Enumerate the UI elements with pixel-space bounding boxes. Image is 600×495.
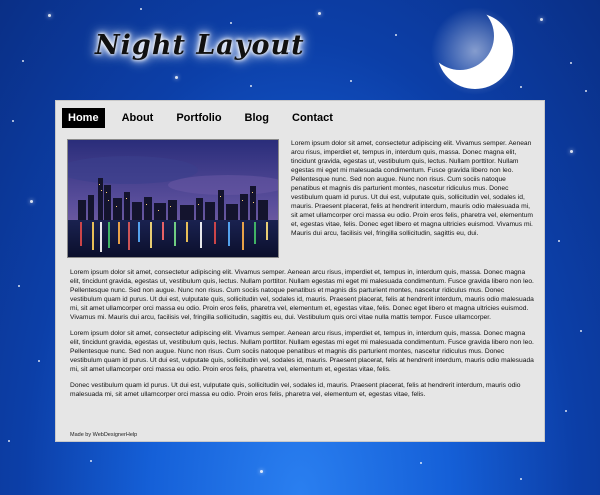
main-text: Lorem ipsum dolor sit amet, consectetur … <box>70 268 535 406</box>
main-nav: Home About Portfolio Blog Contact <box>62 108 350 128</box>
nav-about[interactable]: About <box>116 108 160 128</box>
nav-blog[interactable]: Blog <box>239 108 275 128</box>
nav-portfolio[interactable]: Portfolio <box>170 108 227 128</box>
content-panel: Home About Portfolio Blog Contact Lorem … <box>55 100 545 442</box>
crescent-moon-icon <box>425 6 519 96</box>
intro-paragraph: Lorem ipsum dolor sit amet, consectetur … <box>291 140 533 237</box>
city-night-photo <box>58 139 288 258</box>
paragraph-3: Donec vestibulum quam id purus. Ut dui e… <box>70 382 521 398</box>
nav-home[interactable]: Home <box>62 108 105 128</box>
footer-credit: Made by WebDesignerHelp <box>70 432 138 438</box>
site-logo[interactable]: Night Layout <box>95 30 305 61</box>
paragraph-1: Lorem ipsum dolor sit amet, consectetur … <box>70 269 534 321</box>
paragraph-2: Lorem ipsum dolor sit amet, consectetur … <box>70 330 534 373</box>
nav-contact[interactable]: Contact <box>286 108 339 128</box>
